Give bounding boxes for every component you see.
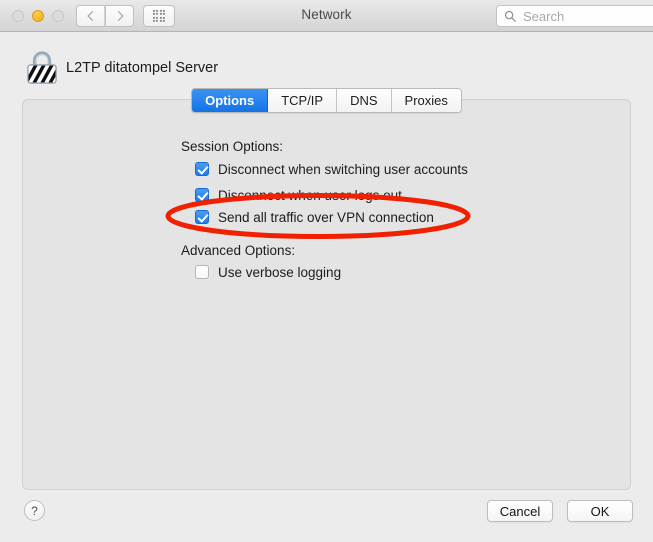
tab-tcpip[interactable]: TCP/IP [268,89,338,112]
session-options-label: Session Options: [181,139,284,154]
tab-group: Options TCP/IP DNS Proxies [191,88,462,113]
checkbox-label-verbose-logging: Use verbose logging [218,264,342,280]
checkbox-disconnect-logout[interactable] [195,188,209,202]
vpn-service-title: L2TP ditatompel Server [66,60,219,76]
tab-dns[interactable]: DNS [337,89,392,112]
checkbox-disconnect-switching[interactable] [195,162,209,176]
checkbox-label-disconnect-logout: Disconnect when user logs out [218,187,402,203]
window-titlebar: Network Search [0,0,653,32]
tab-options[interactable]: Options [192,89,269,112]
tab-proxies[interactable]: Proxies [391,89,461,112]
checkbox-verbose-logging[interactable] [195,265,209,279]
network-preferences-window: Network Search L2TP ditatompel Server Op… [0,0,653,542]
checkbox-row-send-all-traffic[interactable]: Send all traffic over VPN connection [195,208,434,226]
cancel-button[interactable]: Cancel [487,500,553,522]
checkbox-row-verbose-logging[interactable]: Use verbose logging [195,263,341,281]
advanced-options-label: Advanced Options: [181,243,296,258]
checkbox-label-disconnect-switching: Disconnect when switching user accounts [218,161,468,177]
tab-bar: Options TCP/IP DNS Proxies [0,88,653,113]
search-input-placeholder: Search [523,9,565,24]
ok-button[interactable]: OK [567,500,633,522]
options-panel [22,99,631,490]
search-icon [504,10,516,22]
checkbox-row-disconnect-logout[interactable]: Disconnect when user logs out [195,186,402,204]
search-field[interactable]: Search [496,5,653,27]
checkbox-label-send-all-traffic: Send all traffic over VPN connection [218,209,434,225]
help-button[interactable]: ? [24,500,45,521]
checkbox-row-disconnect-switching[interactable]: Disconnect when switching user accounts [195,160,468,178]
checkbox-send-all-traffic[interactable] [195,210,209,224]
vpn-service-header: L2TP ditatompel Server [0,32,653,90]
vpn-lock-icon [27,51,57,84]
